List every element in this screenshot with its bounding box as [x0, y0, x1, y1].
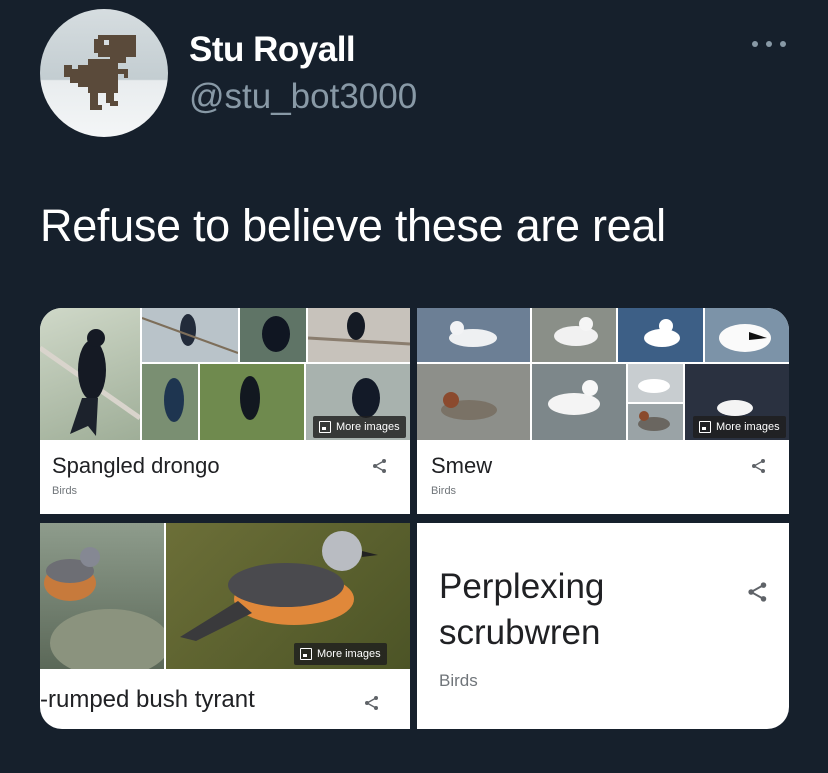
more-images-button[interactable]: More images [313, 416, 406, 438]
drongo-silhouette [164, 378, 184, 422]
image-icon [319, 421, 331, 433]
bird-photo[interactable] [40, 523, 164, 669]
smew-silhouette [638, 411, 670, 431]
dinosaur-icon [64, 35, 136, 110]
card-category: Birds [431, 485, 457, 497]
bird-photo[interactable] [705, 308, 789, 362]
drongo-silhouette [40, 329, 140, 436]
user-handle[interactable]: @stu_bot3000 [189, 77, 417, 117]
bird-photo[interactable] [628, 364, 683, 402]
drongo-silhouette [308, 312, 410, 346]
bush-tyrant-silhouette [44, 547, 164, 669]
result-card-bush-tyrant[interactable]: More images -rumped bush tyrant [40, 523, 410, 729]
share-icon[interactable] [747, 581, 769, 603]
bird-photo[interactable] [308, 308, 410, 362]
more-images-label: More images [716, 421, 780, 433]
bird-photo[interactable] [532, 364, 626, 440]
result-card-spangled-drongo[interactable]: More images Spangled drongo Birds [40, 308, 410, 514]
bird-photo[interactable] [240, 308, 306, 362]
bird-photo[interactable] [200, 364, 304, 440]
more-icon [752, 41, 786, 47]
bird-photo[interactable] [417, 364, 530, 440]
card-title[interactable]: Smew [431, 453, 492, 479]
share-icon[interactable] [372, 458, 388, 474]
bird-photo[interactable] [417, 308, 530, 362]
image-icon [300, 648, 312, 660]
drongo-silhouette [262, 316, 290, 352]
image-icon [699, 421, 711, 433]
smew-silhouette [554, 317, 598, 346]
share-icon[interactable] [751, 458, 767, 474]
card-title[interactable]: -rumped bush tyrant [40, 686, 255, 714]
drongo-silhouette [142, 314, 238, 354]
result-card-smew[interactable]: More images Smew Birds [417, 308, 789, 514]
bird-photo[interactable] [618, 308, 703, 362]
smew-silhouette [441, 392, 497, 420]
smew-silhouette [548, 380, 600, 415]
smew-silhouette [638, 379, 670, 393]
card-title-line2[interactable]: scrubwren [439, 613, 600, 653]
smew-silhouette [719, 324, 771, 352]
tweet-media[interactable]: More images Spangled drongo Birds More i… [40, 308, 789, 729]
card-category: Birds [439, 671, 478, 690]
drongo-silhouette [240, 376, 260, 420]
tweet-text: Refuse to believe these are real [40, 200, 666, 251]
more-options-button[interactable] [752, 34, 786, 54]
display-name[interactable]: Stu Royall [189, 30, 356, 70]
more-images-button[interactable]: More images [294, 643, 387, 665]
smew-silhouette [449, 321, 497, 347]
result-card-perplexing-scrubwren[interactable]: Perplexing scrubwren Birds [417, 523, 789, 729]
more-images-label: More images [317, 648, 381, 660]
share-icon[interactable] [364, 695, 380, 711]
bird-photo[interactable] [532, 308, 616, 362]
card-category: Birds [52, 485, 78, 497]
card-title-line1[interactable]: Perplexing [439, 567, 604, 607]
avatar[interactable] [40, 9, 168, 137]
bird-photo[interactable] [142, 364, 198, 440]
card-title[interactable]: Spangled drongo [52, 453, 220, 479]
more-images-button[interactable]: More images [693, 416, 786, 438]
more-images-label: More images [336, 421, 400, 433]
bird-photo[interactable] [40, 308, 140, 440]
smew-silhouette [644, 319, 680, 347]
bird-photo[interactable] [142, 308, 238, 362]
bird-photo[interactable] [628, 404, 683, 440]
